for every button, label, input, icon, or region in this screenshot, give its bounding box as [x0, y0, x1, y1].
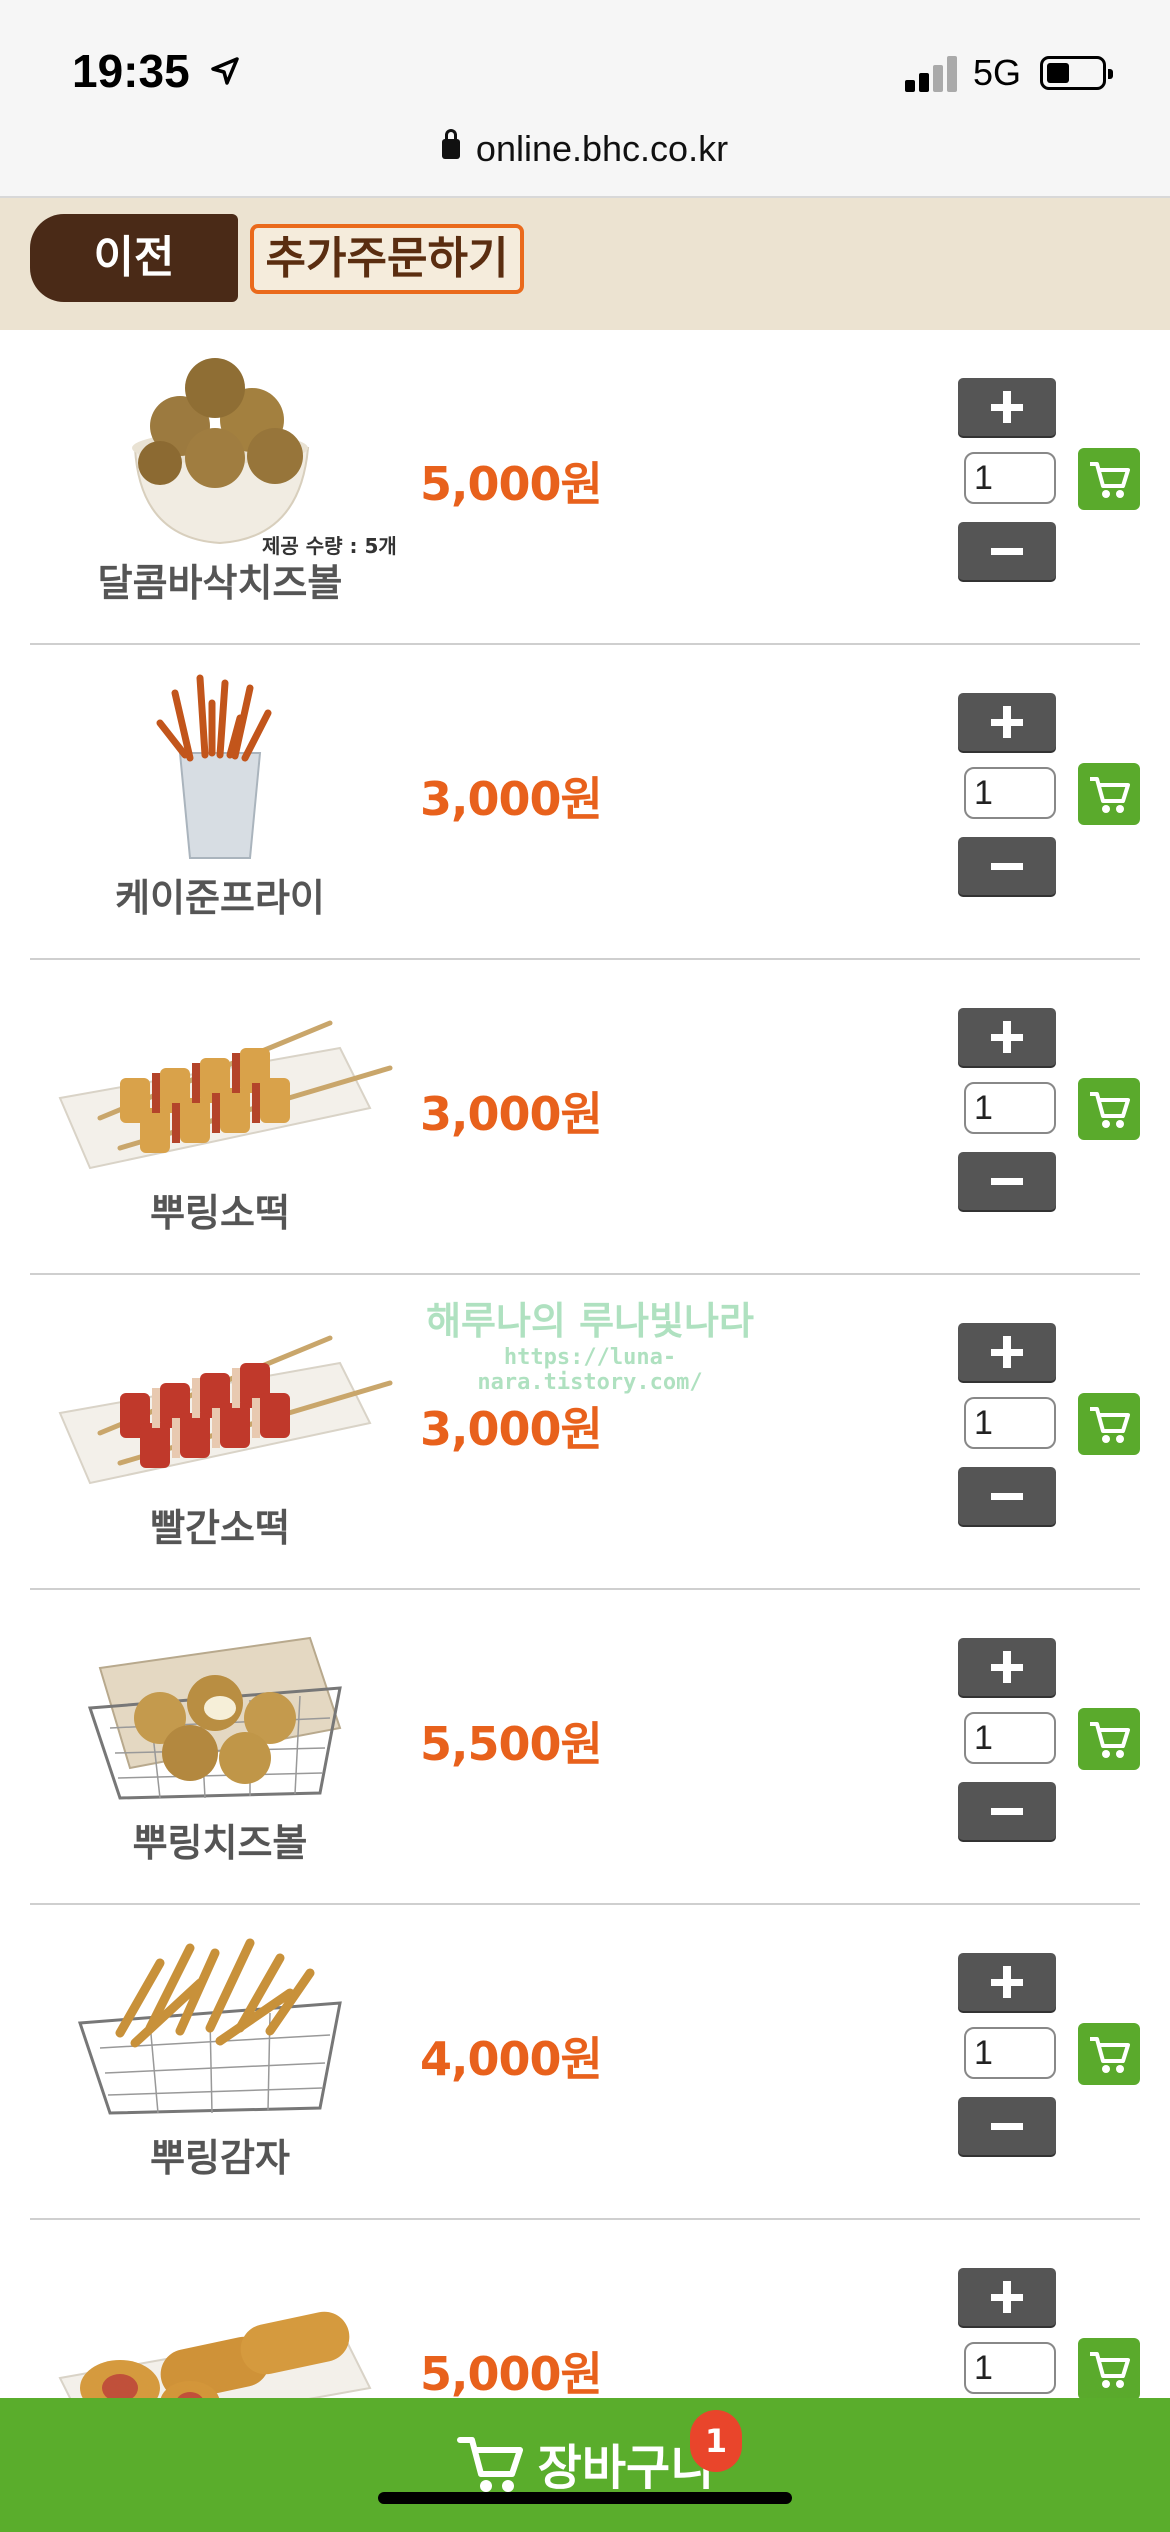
add-to-cart-button[interactable] — [1078, 763, 1140, 825]
add-to-cart-button[interactable] — [1078, 1708, 1140, 1770]
increase-qty-button[interactable] — [958, 1638, 1056, 1696]
product-price: 3,000원 — [420, 772, 603, 826]
add-order-button[interactable]: 추가주문하기 — [250, 224, 524, 294]
url-text: online.bhc.co.kr — [475, 128, 729, 169]
red-sotteok-image — [58, 1335, 393, 1485]
increase-qty-button[interactable] — [958, 693, 1056, 751]
quantity-input[interactable] — [964, 1397, 1056, 1449]
cheese-ball-bowl-image — [132, 358, 310, 545]
location-arrow-icon — [211, 57, 239, 85]
clock: 19:35 — [72, 45, 190, 97]
cart-icon — [1090, 2352, 1130, 2388]
cart-icon — [1090, 2037, 1130, 2073]
cart-icon — [1090, 777, 1130, 813]
product-price: 5,500원 — [420, 1717, 603, 1771]
add-to-cart-button[interactable] — [1078, 1393, 1140, 1455]
product-row: 뿌링소떡 3,000원 — [0, 960, 1170, 1275]
quantity-input[interactable] — [964, 1082, 1056, 1134]
product-row: 뿌링치즈볼 5,500원 — [0, 1590, 1170, 1905]
decrease-qty-button[interactable] — [958, 2097, 1056, 2155]
cart-count-badge: 1 — [690, 2410, 742, 2472]
add-to-cart-button[interactable] — [1078, 2023, 1140, 2085]
product-price: 4,000원 — [420, 2032, 603, 2086]
address-bar[interactable]: online.bhc.co.kr — [0, 128, 1170, 170]
add-to-cart-button[interactable] — [1078, 1078, 1140, 1140]
increase-qty-button[interactable] — [958, 1008, 1056, 1066]
lock-icon — [441, 129, 460, 159]
quantity-input[interactable] — [964, 1712, 1056, 1764]
increase-qty-button[interactable] — [958, 2268, 1056, 2326]
add-to-cart-button[interactable] — [1078, 448, 1140, 510]
product-price: 3,000원 — [420, 1402, 603, 1456]
product-name: 뿌링치즈볼 — [132, 1821, 308, 1865]
bburing-sotteok-image — [58, 1020, 393, 1170]
cart-icon — [456, 2437, 523, 2492]
prev-button[interactable]: 이전 — [30, 214, 238, 302]
page-header: 이전 추가주문하기 — [0, 198, 1170, 330]
watermark-title: 해루나의 루나빛나라 — [426, 1299, 754, 1343]
increase-qty-button[interactable] — [958, 1323, 1056, 1381]
product-name: 빨간소떡 — [150, 1506, 290, 1550]
product-price: 3,000원 — [420, 1087, 603, 1141]
cart-icon — [1090, 1092, 1130, 1128]
cart-icon — [1090, 1722, 1130, 1758]
bburing-potato-image — [77, 1938, 342, 2115]
product-row: 케이준프라이 3,000원 — [0, 645, 1170, 960]
product-name: 달콤바삭치즈볼 — [97, 561, 343, 605]
add-to-cart-button[interactable] — [1078, 2338, 1140, 2400]
cart-icon — [1090, 1407, 1130, 1443]
cart-bar-label-wrap: 장바구니 — [0, 2428, 1170, 2498]
cart-icon — [1090, 462, 1130, 498]
decrease-qty-button[interactable] — [958, 1467, 1056, 1525]
increase-qty-button[interactable] — [958, 1953, 1056, 2011]
watermark-url: https://luna-nara.tistory.com/ — [477, 1345, 703, 1395]
signal-icon — [905, 56, 959, 92]
product-name: 뿌링감자 — [150, 2136, 290, 2180]
product-row: 뿌링감자 4,000원 — [0, 1905, 1170, 2220]
product-price: 5,000원 — [420, 2347, 603, 2401]
cart-bar-label: 장바구니 — [537, 2440, 715, 2496]
quantity-input[interactable] — [964, 767, 1056, 819]
product-name: 뿌링소떡 — [150, 1191, 290, 1235]
battery-icon — [1040, 56, 1113, 90]
quantity-input[interactable] — [964, 2342, 1056, 2394]
bburing-cheese-ball-image — [87, 1636, 342, 1800]
quantity-input[interactable] — [964, 2027, 1056, 2079]
home-indicator[interactable] — [378, 2492, 792, 2504]
product-price: 5,000원 — [420, 457, 603, 511]
increase-qty-button[interactable] — [958, 378, 1056, 436]
status-bar: 19:35 5G online.bhc.co.kr — [0, 0, 1170, 198]
product-name: 케이준프라이 — [115, 876, 325, 920]
decrease-qty-button[interactable] — [958, 837, 1056, 895]
decrease-qty-button[interactable] — [958, 1152, 1056, 1210]
watermark: 해루나의 루나빛나라 https://luna-nara.tistory.com… — [400, 1290, 780, 1395]
quantity-input[interactable] — [964, 452, 1056, 504]
cajun-fries-image — [156, 674, 272, 859]
product-row: 제공 수량 : 5개 달콤바삭치즈볼 5,000원 — [0, 330, 1170, 645]
decrease-qty-button[interactable] — [958, 522, 1056, 580]
cart-bar[interactable]: 장바구니 1 — [0, 2398, 1170, 2532]
network-type: 5G — [973, 52, 1022, 93]
decrease-qty-button[interactable] — [958, 1782, 1056, 1840]
